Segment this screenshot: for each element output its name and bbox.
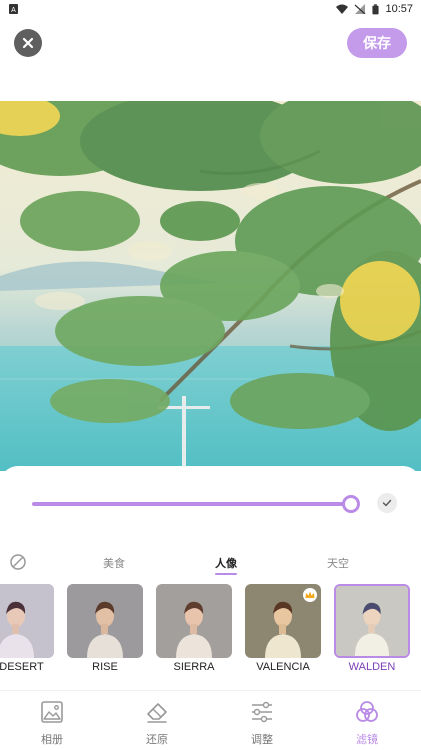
- crown-icon: [305, 591, 315, 598]
- status-bar: A 10:57: [0, 0, 421, 18]
- photo-preview: [0, 101, 421, 471]
- nav-gallery[interactable]: 相册: [22, 695, 82, 747]
- filter-item-desert[interactable]: D DESERT: [0, 582, 54, 678]
- gallery-icon: [41, 701, 63, 723]
- nav-adjust[interactable]: 调整: [232, 695, 292, 747]
- intensity-slider-track[interactable]: [32, 502, 352, 506]
- category-tabs: 美食 人像 天空: [0, 552, 421, 576]
- tab-sky[interactable]: 天空: [327, 555, 349, 571]
- intensity-slider-thumb[interactable]: [342, 495, 360, 513]
- notification-icon: A: [9, 4, 18, 14]
- filter-item-sierra[interactable]: SIERRA: [156, 582, 232, 678]
- filter-thumbnail: [156, 584, 232, 658]
- nav-label: 相册: [41, 734, 63, 746]
- nav-label: 还原: [146, 734, 168, 746]
- sliders-icon: [252, 701, 272, 723]
- close-button[interactable]: [14, 29, 42, 57]
- tab-portrait[interactable]: 人像: [215, 555, 237, 571]
- nav-label: 调整: [251, 734, 273, 746]
- confirm-button[interactable]: [377, 493, 397, 513]
- filter-list: D DESERT RISE: [0, 582, 421, 678]
- filter-label: VALENCIA: [256, 661, 310, 673]
- filter-icon: [356, 701, 378, 722]
- filter-item-walden[interactable]: WALDEN: [334, 582, 410, 678]
- wifi-icon: [336, 4, 349, 14]
- battery-icon: [372, 3, 380, 14]
- nav-filter[interactable]: 滤镜: [337, 695, 397, 747]
- filter-thumbnail: [0, 584, 54, 658]
- active-tab-indicator: [215, 573, 237, 575]
- filter-panel: 美食 人像 天空 D DESERT: [0, 466, 421, 688]
- status-time: 10:57: [385, 3, 413, 15]
- check-icon: [382, 499, 392, 507]
- bottom-nav: 相册 还原 调整 滤镜: [0, 690, 421, 750]
- tab-food[interactable]: 美食: [103, 555, 125, 571]
- filter-label: RISE: [92, 661, 118, 673]
- filter-item-valencia[interactable]: VALENCIA: [245, 582, 321, 678]
- premium-badge: [303, 588, 317, 602]
- filter-thumbnail: [67, 584, 143, 658]
- nav-label: 滤镜: [356, 734, 378, 746]
- close-icon: [22, 37, 34, 49]
- top-bar: 保存: [0, 22, 421, 66]
- svg-text:A: A: [11, 7, 16, 14]
- filter-label: D DESERT: [0, 661, 44, 673]
- filter-thumbnail: [245, 584, 321, 658]
- filter-label: WALDEN: [348, 661, 396, 673]
- no-filter-icon[interactable]: [9, 553, 27, 571]
- filter-label: SIERRA: [173, 661, 215, 673]
- nav-restore[interactable]: 还原: [127, 695, 187, 747]
- save-button[interactable]: 保存: [347, 28, 407, 58]
- eraser-icon: [147, 703, 167, 723]
- filter-item-rise[interactable]: RISE: [67, 582, 143, 678]
- filter-thumbnail: [334, 584, 410, 658]
- no-signal-icon: [355, 4, 366, 14]
- photo-image: [0, 101, 421, 471]
